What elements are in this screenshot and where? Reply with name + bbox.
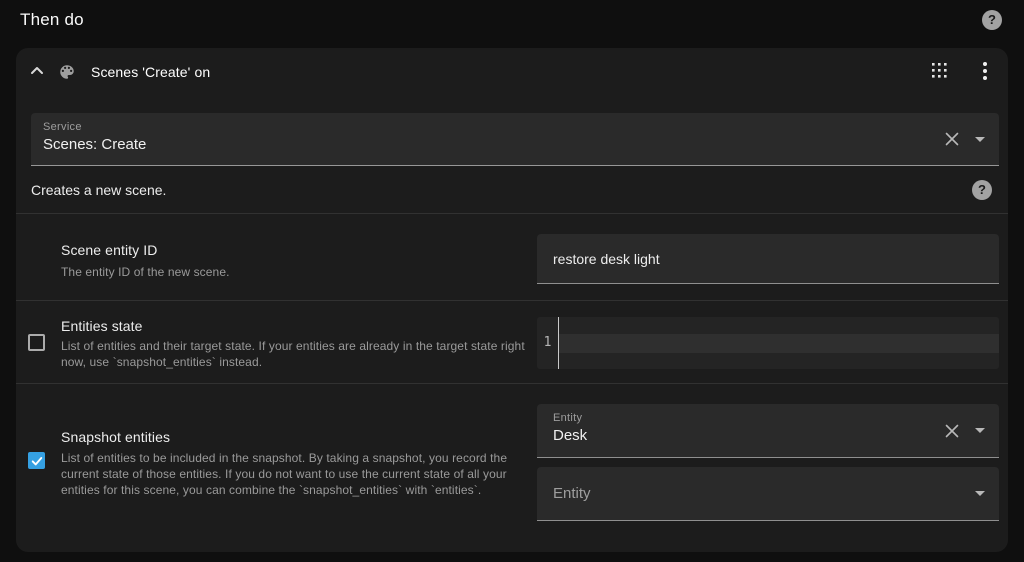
entity-picker-desk[interactable]: Entity Desk bbox=[537, 404, 999, 458]
param-description: List of entities and their target state.… bbox=[61, 339, 525, 369]
param-title: Entities state bbox=[61, 318, 143, 334]
kebab-menu-icon bbox=[982, 61, 988, 84]
clear-icon[interactable] bbox=[945, 132, 959, 146]
param-title: Snapshot entities bbox=[61, 429, 171, 445]
card-title: Scenes 'Create' on bbox=[91, 64, 211, 80]
entities-state-yaml-editor[interactable]: 1 bbox=[537, 317, 999, 369]
service-description-row: Creates a new scene. ? bbox=[16, 166, 1008, 213]
action-card-header: Scenes 'Create' on bbox=[16, 48, 1008, 96]
chevron-up-icon bbox=[29, 63, 45, 82]
editor-cursor bbox=[558, 317, 559, 369]
service-picker[interactable]: Service Scenes: Create bbox=[31, 113, 999, 166]
param-description: The entity ID of the new scene. bbox=[61, 265, 230, 279]
overflow-menu-button[interactable] bbox=[978, 61, 992, 84]
entity-picker-value: Desk bbox=[553, 427, 588, 444]
chevron-down-icon[interactable] bbox=[975, 428, 985, 433]
editor-active-line bbox=[559, 334, 999, 353]
snapshot-entities-checkbox[interactable] bbox=[28, 452, 45, 469]
chevron-down-icon[interactable] bbox=[975, 136, 985, 142]
service-help-icon[interactable]: ? bbox=[972, 179, 992, 200]
chevron-down-icon[interactable] bbox=[975, 491, 985, 496]
param-title: Scene entity ID bbox=[61, 242, 158, 258]
param-description: List of entities to be included in the s… bbox=[61, 451, 508, 497]
palette-icon bbox=[58, 63, 76, 81]
service-description: Creates a new scene. bbox=[31, 181, 167, 198]
action-card: Scenes 'Create' on Service Scenes: Creat… bbox=[16, 48, 1008, 552]
entity-picker-placeholder: Entity bbox=[553, 485, 591, 502]
param-row-entities-state: Entities state List of entities and thei… bbox=[16, 301, 1008, 383]
grid-icon bbox=[931, 63, 947, 81]
param-row-scene-entity-id: Scene entity ID The entity ID of the new… bbox=[16, 214, 1008, 300]
help-icon[interactable]: ? bbox=[982, 10, 1002, 30]
clear-icon[interactable] bbox=[945, 424, 959, 438]
editor-line-number: 1 bbox=[543, 335, 552, 350]
scene-entity-id-input[interactable] bbox=[537, 234, 999, 284]
entity-picker-label: Entity bbox=[553, 412, 583, 424]
collapse-button[interactable] bbox=[28, 63, 46, 81]
page-title: Then do bbox=[20, 10, 84, 29]
reorder-button[interactable] bbox=[930, 63, 948, 81]
entities-state-checkbox[interactable] bbox=[28, 334, 45, 351]
entity-picker-empty[interactable]: Entity bbox=[537, 467, 999, 521]
page-header: Then do ? bbox=[0, 0, 1024, 40]
service-picker-label: Service bbox=[43, 121, 82, 133]
param-row-snapshot-entities: Snapshot entities List of entities to be… bbox=[16, 384, 1008, 552]
service-picker-value: Scenes: Create bbox=[43, 136, 147, 153]
